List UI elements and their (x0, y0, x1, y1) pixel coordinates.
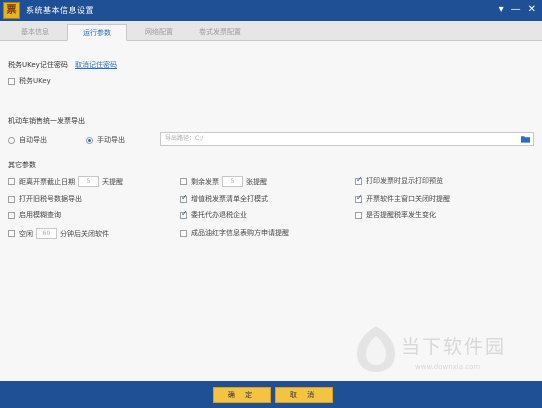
deadline-remind-box[interactable] (8, 178, 15, 185)
auto-export-radio-dot[interactable] (8, 136, 15, 144)
vat-list-print-box[interactable] (180, 193, 188, 203)
remaining-prefix: 剩余发票 (191, 177, 219, 186)
old-tax-export-checkbox[interactable]: 打开旧税号数据导出 (8, 194, 82, 204)
watermark-title: 当下软件园 (401, 336, 507, 358)
entrusted-return-checkbox[interactable]: 委托代办退税企业 (180, 209, 247, 220)
close-icon[interactable]: ✕ (528, 3, 536, 17)
print-preview-checkbox[interactable]: 打印发票时显示打印预览 (355, 175, 443, 186)
red-letter-remind-checkbox[interactable]: 成品油红字信息表购方申请提醒 (180, 228, 289, 238)
entrusted-return-label: 委托代办退税企业 (191, 211, 247, 219)
fuzzy-query-checkbox[interactable]: 启用模糊查询 (8, 210, 61, 220)
red-letter-remind-label: 成品油红字信息表购方申请提醒 (191, 229, 289, 237)
minimize-icon[interactable]: — (511, 3, 521, 17)
watermark-url: www.downxia.com (415, 363, 481, 371)
bottom-bar: 确 定 取 消 (0, 381, 542, 408)
fuzzy-query-label: 启用模糊查询 (19, 211, 61, 219)
tab-roll-invoice-config[interactable]: 卷式发票配置 (190, 24, 250, 41)
tab-basic-info[interactable]: 基本信息 (14, 24, 56, 41)
watermark-logo-icon (357, 326, 395, 372)
deadline-remind-checkbox[interactable]: 距离开票截止日期 5 天提醒 (8, 176, 123, 187)
ukey-checkbox[interactable]: 税务UKey (8, 76, 51, 86)
idle-close-checkbox[interactable]: 空闲 60 分钟后关闭软件 (8, 228, 109, 239)
tax-rate-change-box[interactable] (355, 211, 362, 219)
main-window-close-box[interactable] (355, 193, 363, 203)
export-section-title: 机动车销售统一发票导出 (8, 117, 85, 125)
manual-export-label: 手动导出 (97, 136, 125, 144)
deadline-prefix: 距离开票截止日期 (19, 177, 75, 186)
manual-export-radio[interactable]: 手动导出 (86, 135, 125, 145)
remaining-count-input[interactable]: 5 (222, 176, 243, 187)
menu-dropdown-icon[interactable]: ▾ (499, 3, 504, 17)
export-path-text: 导出路径：C:/ (165, 135, 204, 142)
ukey-checkbox-label: 税务UKey (19, 77, 51, 85)
folder-icon[interactable] (521, 135, 530, 143)
cancel-button[interactable]: 取 消 (275, 387, 333, 403)
main-window-close-label: 开票软件主窗口关闭时提醒 (366, 195, 450, 203)
fuzzy-query-box[interactable] (8, 211, 15, 219)
vat-list-print-checkbox[interactable]: 增值税发票清单全打模式 (180, 193, 268, 204)
deadline-suffix: 天提醒 (102, 177, 123, 186)
tab-bar: 基本信息 运行参数 网络配置 卷式发票配置 (0, 21, 542, 41)
entrusted-return-box[interactable] (180, 209, 188, 219)
old-tax-export-box[interactable] (8, 195, 15, 203)
window-controls: ▾ — ✕ (499, 3, 536, 17)
auto-export-radio[interactable]: 自动导出 (8, 135, 47, 145)
tab-run-params[interactable]: 运行参数 (67, 24, 127, 41)
print-preview-label: 打印发票时显示打印预览 (366, 177, 443, 185)
confirm-button[interactable]: 确 定 (213, 387, 271, 403)
other-params-title: 其它参数 (8, 161, 36, 169)
watermark: 当下软件园 www.downxia.com (355, 318, 540, 381)
vat-list-print-label: 增值税发票清单全打模式 (191, 195, 268, 203)
main-window-close-checkbox[interactable]: 开票软件主窗口关闭时提醒 (355, 193, 450, 204)
deadline-days-input[interactable]: 5 (78, 176, 99, 187)
ukey-section-title: 税务UKey记住密码 (8, 61, 68, 69)
auto-export-label: 自动导出 (19, 136, 47, 144)
export-path-input[interactable]: 导出路径：C:/ (160, 132, 534, 146)
red-letter-remind-box[interactable] (180, 229, 187, 237)
idle-close-suffix: 分钟后关闭软件 (60, 229, 109, 238)
tax-rate-change-label: 是否提醒税率发生变化 (366, 211, 436, 219)
title-bar: 票 系统基本信息设置 ▾ — ✕ (0, 0, 542, 21)
tax-rate-change-checkbox[interactable]: 是否提醒税率发生变化 (355, 210, 436, 220)
remaining-invoice-checkbox[interactable]: 剩余发票 5 张提醒 (180, 176, 267, 187)
old-tax-export-label: 打开旧税号数据导出 (19, 195, 82, 203)
manual-export-radio-dot[interactable] (86, 136, 93, 144)
idle-close-box[interactable] (8, 230, 15, 237)
remaining-suffix: 张提醒 (246, 177, 267, 186)
idle-minutes-input[interactable]: 60 (36, 228, 57, 239)
ukey-checkbox-box[interactable] (8, 77, 15, 85)
idle-close-prefix: 空闲 (19, 229, 33, 238)
app-logo-icon: 票 (3, 2, 20, 19)
tab-network-config[interactable]: 网络配置 (138, 24, 180, 41)
print-preview-box[interactable] (355, 175, 363, 185)
remaining-invoice-box[interactable] (180, 178, 187, 185)
window-title: 系统基本信息设置 (26, 6, 94, 15)
cancel-remember-password-link[interactable]: 取消记住密码 (75, 60, 117, 70)
